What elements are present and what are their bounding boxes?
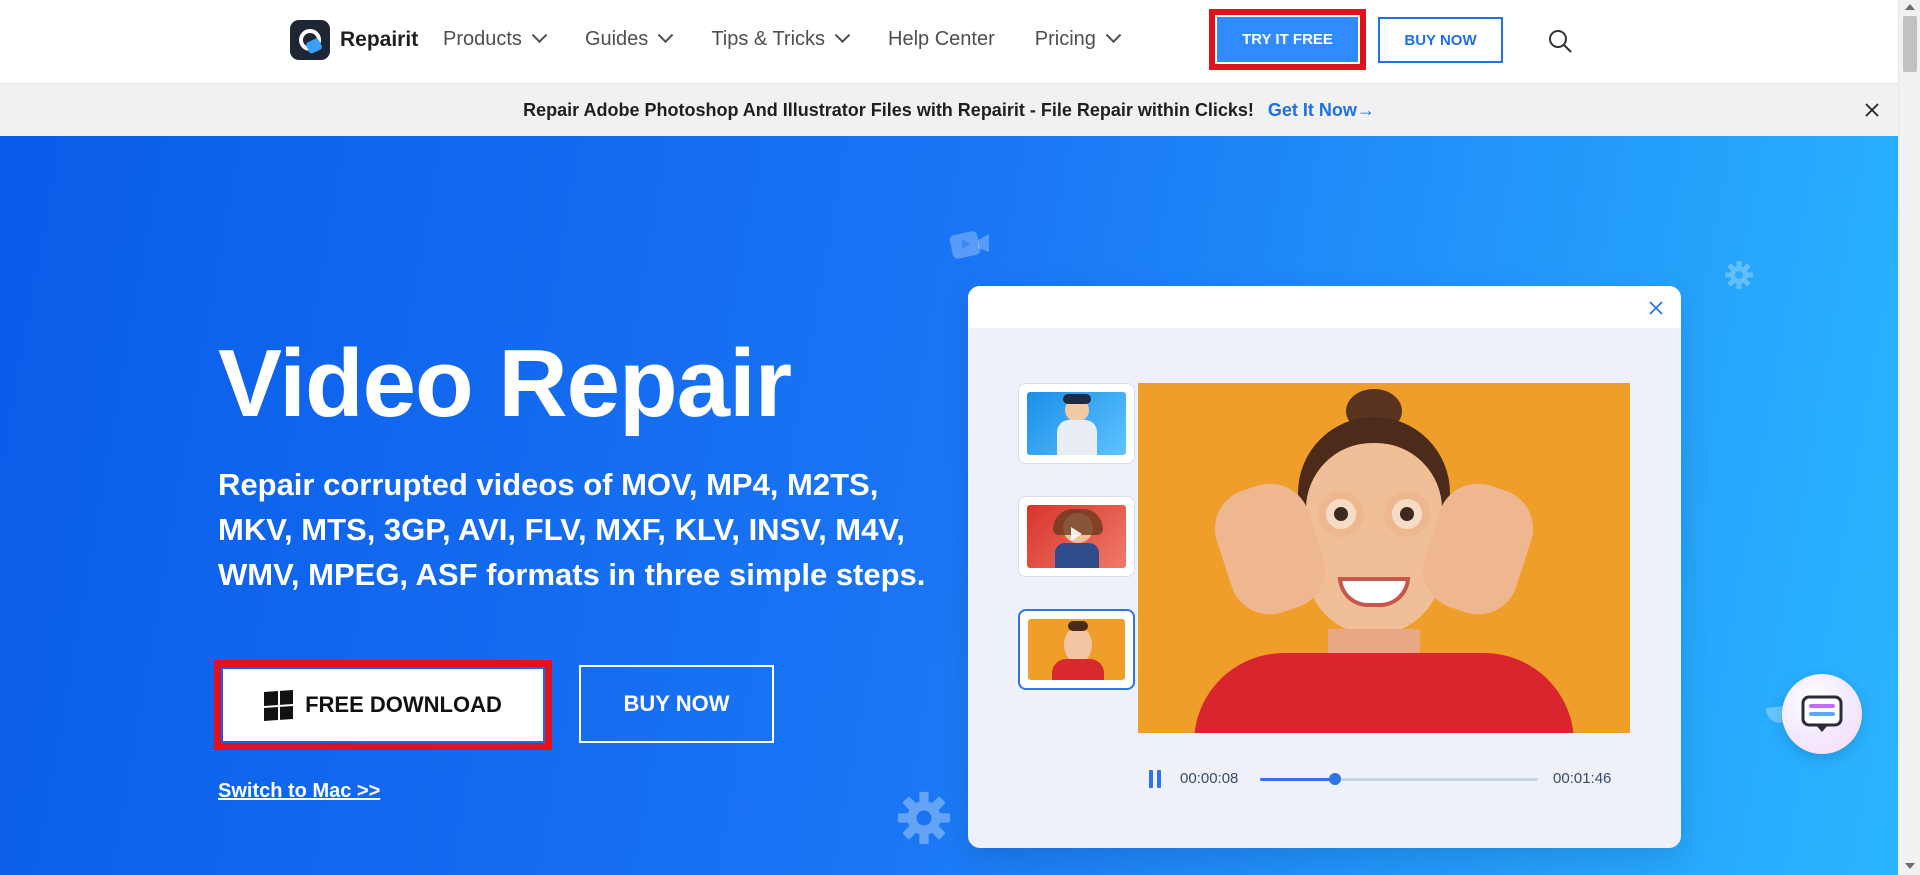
windows-icon — [264, 689, 294, 721]
menu-item-label: Guides — [584, 28, 649, 50]
free-download-highlight: FREE DOWNLOAD — [214, 660, 552, 750]
get-it-now-link[interactable]: Get It Now→ — [1268, 100, 1375, 121]
progress-slider[interactable] — [1260, 773, 1538, 785]
video-thumbnail[interactable] — [1018, 383, 1135, 464]
try-it-free-button[interactable]: TRY IT FREE — [1217, 17, 1358, 62]
buy-now-hero-button[interactable]: BUY NOW — [579, 665, 774, 743]
video-preview — [1138, 383, 1630, 733]
repairit-logo-icon — [290, 20, 330, 60]
hero-section: Video Repair Repair corrupted videos of … — [0, 136, 1898, 875]
main-menu: Products Guides Tips & Tricks Help Cente… — [443, 27, 1159, 51]
app-window-header — [968, 286, 1681, 328]
progress-fill — [1260, 778, 1336, 781]
chevron-down-icon — [1105, 27, 1122, 44]
app-preview-window: 00:00:08 00:01:46 — [968, 286, 1681, 848]
video-controls: 00:00:08 00:01:46 — [1148, 769, 1628, 789]
thumbnail-image — [1028, 619, 1125, 680]
page-scrollbar[interactable] — [1898, 0, 1920, 875]
logo-text: Repairit — [340, 28, 419, 51]
menu-item-label: Products — [443, 28, 522, 50]
search-icon[interactable] — [1548, 29, 1572, 53]
pause-icon[interactable] — [1148, 770, 1162, 788]
progress-handle[interactable] — [1329, 773, 1342, 785]
buy-now-nav-button[interactable]: BUY NOW — [1378, 17, 1503, 63]
current-time: 00:00:08 — [1180, 770, 1239, 787]
promo-banner: Repair Adobe Photoshop And Illustrator F… — [0, 84, 1898, 136]
banner-text: Repair Adobe Photoshop And Illustrator F… — [523, 99, 1254, 120]
menu-item-products[interactable]: Products — [443, 27, 548, 51]
duration: 00:01:46 — [1553, 770, 1612, 787]
video-thumbnail[interactable] — [1018, 496, 1135, 577]
logo[interactable]: Repairit — [290, 20, 418, 60]
close-icon[interactable] — [1864, 102, 1880, 118]
chevron-down-icon — [531, 27, 548, 44]
try-it-free-highlight: TRY IT FREE — [1209, 9, 1366, 70]
menu-item-guides[interactable]: Guides — [584, 27, 674, 51]
thumbnail-image — [1027, 505, 1126, 568]
free-download-button[interactable]: FREE DOWNLOAD — [223, 669, 543, 741]
menu-item-help-center[interactable]: Help Center — [888, 28, 995, 51]
scroll-down-arrow-icon[interactable] — [1905, 863, 1915, 869]
menu-item-pricing[interactable]: Pricing — [1034, 27, 1122, 51]
hero-subtitle: Repair corrupted videos of MOV, MP4, M2T… — [218, 467, 926, 592]
menu-item-tips-tricks[interactable]: Tips & Tricks — [711, 27, 851, 51]
chat-support-button[interactable] — [1782, 674, 1862, 754]
close-icon[interactable] — [1648, 300, 1664, 316]
scrollbar-thumb[interactable] — [1903, 16, 1917, 72]
thumbnail-image — [1027, 392, 1126, 455]
menu-item-label: Pricing — [1034, 28, 1096, 50]
gear-icon — [897, 791, 951, 845]
menu-item-label: Help Center — [888, 28, 995, 50]
free-download-label: FREE DOWNLOAD — [305, 692, 502, 717]
switch-to-mac-link[interactable]: Switch to Mac >> — [218, 780, 380, 803]
top-navigation: Repairit Products Guides Tips & Tricks H… — [0, 0, 1898, 84]
gear-icon — [1725, 261, 1753, 289]
video-thumbnail-selected[interactable] — [1018, 609, 1135, 690]
menu-item-label: Tips & Tricks — [711, 28, 826, 50]
chevron-down-icon — [658, 27, 674, 44]
chevron-down-icon — [834, 27, 851, 44]
video-camera-icon — [950, 231, 989, 259]
scroll-up-arrow-icon[interactable] — [1905, 4, 1915, 10]
chat-icon — [1801, 695, 1843, 732]
hero-title: Video Repair — [218, 330, 792, 437]
